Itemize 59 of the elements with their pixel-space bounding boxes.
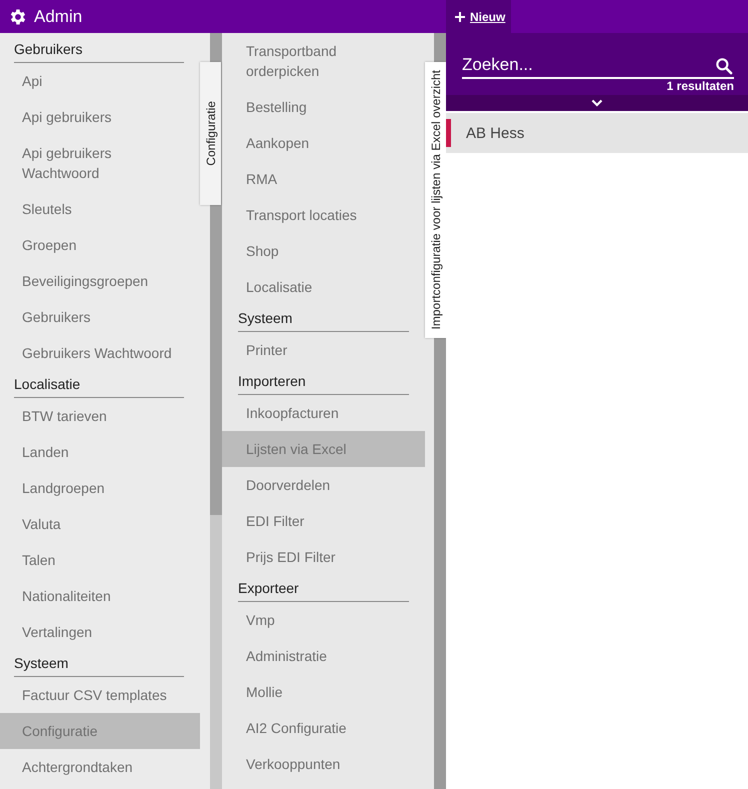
menu-item[interactable]: Transport locaties bbox=[222, 197, 425, 233]
menu-item[interactable]: Shop bbox=[222, 233, 425, 269]
menu-item[interactable]: Doorverdelen bbox=[222, 467, 425, 503]
section-heading: Gebruikers bbox=[14, 36, 184, 63]
menu-item[interactable]: Vmp bbox=[222, 602, 425, 638]
result-count: 1 resultaten bbox=[666, 79, 734, 93]
settings-icon[interactable] bbox=[8, 6, 28, 26]
section-heading: Localisatie bbox=[14, 371, 184, 398]
chevron-down-icon bbox=[591, 99, 603, 107]
menu-item[interactable]: Prijs EDI Filter bbox=[222, 539, 425, 575]
menu-item[interactable]: Aankopen bbox=[222, 125, 425, 161]
menu-item[interactable]: Bestelling bbox=[222, 89, 425, 125]
menu-item[interactable]: Api gebruikers Wachtwoord bbox=[0, 135, 200, 191]
plus-icon bbox=[455, 12, 465, 22]
menu-item[interactable]: Vertalingen bbox=[0, 614, 200, 650]
menu-item[interactable]: Landen bbox=[0, 434, 200, 470]
app-title: Admin bbox=[34, 6, 82, 26]
menu-item[interactable]: Factuur CSV templates bbox=[0, 677, 200, 713]
menu-item[interactable]: Sleutels bbox=[0, 191, 200, 227]
menu-item[interactable]: Inkoopfacturen bbox=[222, 395, 425, 431]
menu-item[interactable]: Configuratie bbox=[0, 713, 200, 749]
vertical-tab[interactable]: Configuratie bbox=[200, 62, 221, 205]
result-name: AB Hess bbox=[466, 124, 524, 142]
menu-item[interactable]: Nationaliteiten bbox=[0, 578, 200, 614]
expand-bar[interactable] bbox=[446, 95, 748, 111]
section-heading: Exporteer bbox=[238, 575, 409, 602]
new-button[interactable]: Nieuw bbox=[446, 0, 512, 33]
section-heading: Importeren bbox=[238, 368, 409, 395]
vertical-tab[interactable]: Importconfiguratie voor lijsten via Excel overzicht bbox=[425, 62, 446, 338]
search-field[interactable]: Zoeken... bbox=[462, 55, 734, 79]
menu-item[interactable]: Transportband orderpicken bbox=[222, 33, 425, 89]
menu-item[interactable]: BTW tarieven bbox=[0, 398, 200, 434]
menu-item[interactable]: Achtergrondtaken bbox=[0, 749, 200, 785]
menu-item[interactable]: Lijsten via Excel bbox=[222, 431, 425, 467]
search-input[interactable]: Zoeken... bbox=[462, 55, 714, 77]
scrollbar[interactable] bbox=[434, 338, 446, 789]
menu-item[interactable]: Gebruikers Wachtwoord bbox=[0, 335, 200, 371]
section-heading: Systeem bbox=[238, 305, 409, 332]
menu-item[interactable]: EDI Filter bbox=[222, 503, 425, 539]
menu-item[interactable]: Groepen bbox=[0, 227, 200, 263]
menu-item[interactable]: Landgroepen bbox=[0, 470, 200, 506]
scrollbar[interactable] bbox=[210, 205, 222, 789]
scrollbar[interactable] bbox=[434, 33, 446, 62]
menu-item[interactable]: Beveiligingsgroepen bbox=[0, 263, 200, 299]
search-icon[interactable] bbox=[714, 56, 734, 76]
menu-item[interactable]: Talen bbox=[0, 542, 200, 578]
menu-item[interactable]: Printer bbox=[222, 332, 425, 368]
menu-item[interactable]: AI2 Configuratie bbox=[222, 710, 425, 746]
menu-item[interactable]: Administratie bbox=[222, 638, 425, 674]
menu-item[interactable]: Mollie bbox=[222, 674, 425, 710]
result-row[interactable]: AB Hess bbox=[446, 113, 748, 153]
menu-item[interactable]: Localisatie bbox=[222, 269, 425, 305]
menu-item[interactable]: Api bbox=[0, 63, 200, 99]
menu-item[interactable]: Valuta bbox=[0, 506, 200, 542]
menu-item[interactable]: Api gebruikers bbox=[0, 99, 200, 135]
menu-item[interactable]: RMA bbox=[222, 161, 425, 197]
menu-item[interactable]: Verkooppunten bbox=[222, 746, 425, 782]
section-heading: Systeem bbox=[14, 650, 184, 677]
menu-item[interactable]: Gebruikers bbox=[0, 299, 200, 335]
